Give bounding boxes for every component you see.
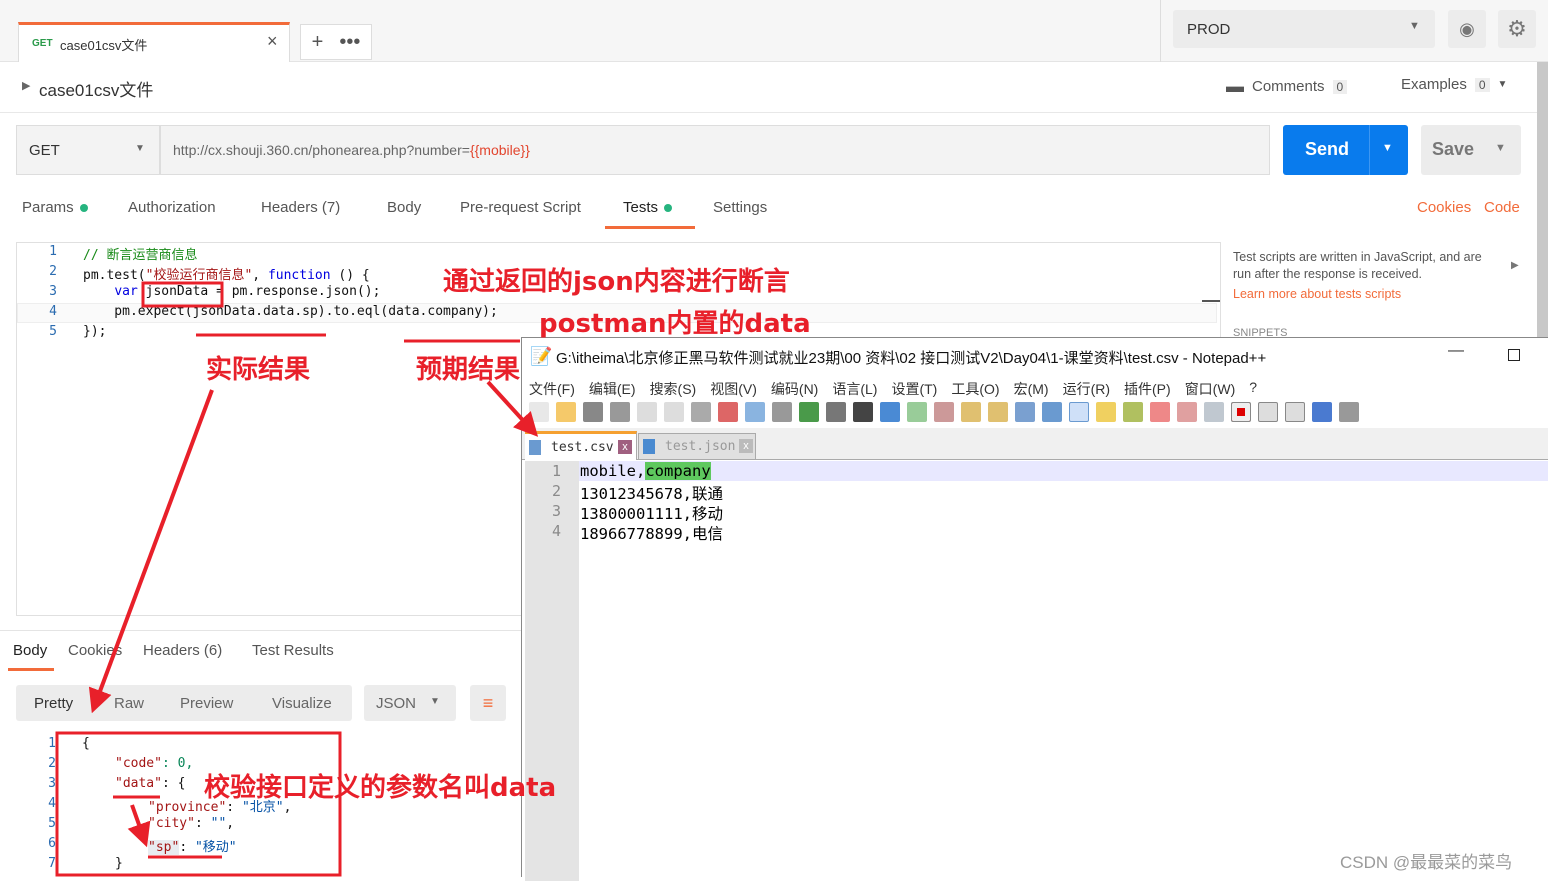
watermark: CSDN @最最菜的菜鸟	[1340, 853, 1513, 872]
arrow	[486, 380, 539, 437]
annotation-marks	[55, 281, 539, 877]
arrow	[127, 804, 151, 848]
highlight-box	[55, 731, 342, 877]
highlight-box	[141, 281, 224, 308]
arrow	[88, 389, 214, 714]
